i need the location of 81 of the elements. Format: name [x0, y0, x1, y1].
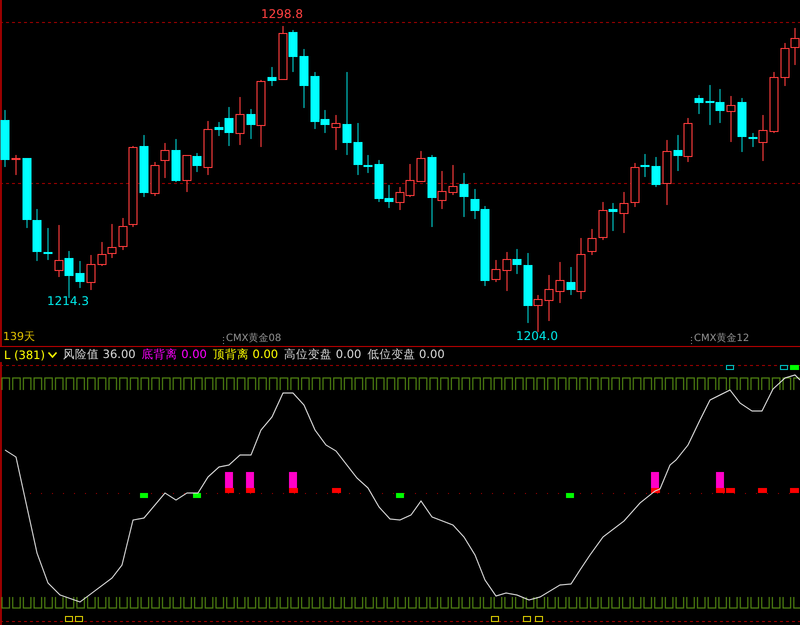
candlestick [0, 110, 10, 168]
indicator-value: 低位变盘 0.00 [367, 347, 445, 362]
candlestick [492, 260, 500, 282]
signal-marker [790, 488, 799, 493]
candlestick [726, 96, 736, 142]
candlestick [694, 94, 704, 114]
price-label: 1298.8 [261, 7, 303, 21]
candlestick [160, 142, 170, 178]
candlestick [268, 66, 276, 86]
candlestick [22, 158, 32, 228]
candlestick [716, 88, 724, 124]
indicator-value: 顶背离 0.00 [212, 347, 278, 362]
indicator-name[interactable]: L (381) [4, 348, 45, 362]
candlestick [12, 154, 20, 176]
candlestick [738, 98, 746, 152]
candlestick [770, 72, 778, 134]
contract-label: CMX黄金12 [694, 333, 750, 345]
candlestick [140, 134, 148, 198]
signal-marker [289, 488, 298, 493]
price-label: 1204.0 [516, 329, 558, 343]
signal-bar [651, 472, 659, 489]
signal-marker [758, 488, 767, 493]
caret-icon[interactable] [48, 352, 57, 358]
candlestick [684, 118, 692, 162]
candlestick [32, 208, 42, 262]
candlestick [98, 242, 106, 266]
period-label: 139天 [3, 330, 35, 343]
contract-label: CMX黄金08 [226, 333, 282, 345]
candlestick [406, 164, 414, 198]
signal-marker [566, 493, 574, 498]
signal-square [780, 365, 788, 370]
indicator-value: 高位变盘 0.00 [284, 347, 362, 362]
signal-square [491, 616, 499, 622]
signal-square [726, 365, 734, 370]
signal-marker [651, 488, 660, 493]
signal-marker [246, 488, 255, 493]
candlestick [460, 172, 468, 218]
candlestick [588, 228, 596, 256]
candlestick [652, 156, 660, 188]
signal-bar [289, 472, 297, 489]
candlestick [86, 254, 96, 290]
candlestick [620, 192, 628, 234]
candlestick [288, 30, 298, 72]
candlestick [448, 164, 458, 196]
signal-bar [716, 472, 724, 489]
candlestick [662, 140, 672, 206]
signal-marker [225, 488, 234, 493]
signal-marker [140, 493, 148, 498]
indicator-value: 风险值 36.00 [63, 347, 136, 362]
signal-marker [193, 493, 201, 498]
candlestick [54, 224, 64, 278]
candlestick [204, 120, 212, 176]
candlestick [544, 274, 554, 322]
candlestick [416, 150, 426, 182]
signal-square [65, 616, 73, 622]
price-label: 1214.3 [47, 294, 89, 308]
candlestick [332, 114, 340, 150]
candlestick [150, 162, 160, 196]
candlestick [674, 134, 682, 172]
candlestick [108, 224, 116, 258]
signal-marker [396, 493, 404, 498]
candlestick [300, 48, 308, 108]
indicator-value: 底背离 0.00 [142, 347, 207, 362]
candlestick [172, 138, 180, 182]
candlestick [76, 260, 84, 288]
signal-bar [246, 472, 254, 489]
signal-square [75, 616, 83, 622]
signal-marker [790, 365, 799, 370]
signal-bar [225, 472, 233, 489]
candlestick [608, 202, 618, 232]
candlestick [780, 42, 790, 86]
signal-square [535, 616, 543, 622]
candlestick [236, 96, 244, 146]
candlestick [706, 84, 714, 126]
signal-square [523, 616, 531, 622]
candlestick [44, 228, 52, 260]
signal-marker [332, 488, 341, 493]
candlestick [598, 202, 608, 240]
candlestick [278, 26, 288, 80]
candlestick [396, 186, 404, 210]
candlestick [556, 262, 564, 304]
